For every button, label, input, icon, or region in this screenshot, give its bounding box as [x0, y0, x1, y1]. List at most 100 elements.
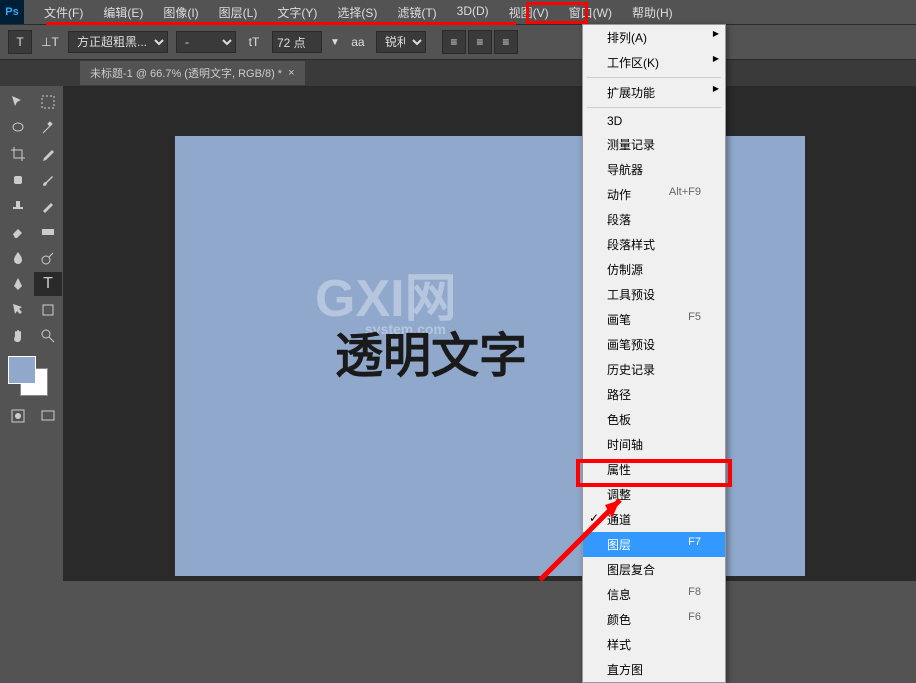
menu-item-label: 段落样式: [607, 236, 655, 253]
menu-item-画笔预设[interactable]: 画笔预设: [583, 332, 725, 357]
menu-item-label: 3D: [607, 114, 622, 128]
menu-item-画笔[interactable]: 画笔F5: [583, 307, 725, 332]
text-orientation-icon[interactable]: ⊥T: [40, 32, 60, 52]
antialias-icon: aa: [348, 32, 368, 52]
menu-item-动作[interactable]: 动作Alt+F9: [583, 182, 725, 207]
menu-item-3[interactable]: 图层(L): [209, 1, 268, 24]
menu-item-label: 仿制源: [607, 261, 643, 278]
history-brush-tool[interactable]: [34, 194, 62, 218]
shape-tool[interactable]: [34, 298, 62, 322]
close-icon[interactable]: ×: [288, 67, 294, 79]
menu-item-label: 工作区(K): [607, 54, 659, 71]
menu-item-时间轴[interactable]: 时间轴: [583, 432, 725, 457]
menu-item-shortcut: F5: [688, 311, 701, 328]
menu-separator: [587, 107, 721, 108]
menu-item-颜色[interactable]: 颜色 F6: [583, 607, 725, 632]
zoom-tool[interactable]: [34, 324, 62, 348]
font-size-input[interactable]: [272, 31, 322, 53]
eraser-tool[interactable]: [4, 220, 32, 244]
menu-item-色板[interactable]: 色板: [583, 407, 725, 432]
menu-item-label: 信息: [607, 586, 631, 603]
menu-item-导航器[interactable]: 导航器: [583, 157, 725, 182]
annotation-window-box: [526, 2, 588, 24]
gradient-tool[interactable]: [34, 220, 62, 244]
menu-item-段落样式[interactable]: 段落样式: [583, 232, 725, 257]
font-style-select[interactable]: -: [176, 31, 236, 53]
menu-item-label: 工具预设: [607, 286, 655, 303]
menu-item-label: 图层复合: [607, 561, 655, 578]
menu-item-图层复合[interactable]: 图层复合: [583, 557, 725, 582]
document-tab[interactable]: 未标题-1 @ 66.7% (透明文字, RGB/8) * ×: [80, 61, 305, 85]
lasso-tool[interactable]: [4, 116, 32, 140]
menu-item-0[interactable]: 文件(F): [34, 1, 93, 24]
menu-item-6[interactable]: 滤镜(T): [387, 1, 446, 24]
menu-item-图层[interactable]: 图层 F7: [583, 532, 725, 557]
quickmask-tool[interactable]: [4, 404, 32, 428]
menu-item-仿制源[interactable]: 仿制源: [583, 257, 725, 282]
menu-item-信息[interactable]: 信息 F8: [583, 582, 725, 607]
move-tool[interactable]: [4, 90, 32, 114]
crop-tool[interactable]: [4, 142, 32, 166]
pen-tool[interactable]: [4, 272, 32, 296]
annotation-underline: [46, 22, 516, 25]
wand-tool[interactable]: [34, 116, 62, 140]
blur-tool[interactable]: [4, 246, 32, 270]
menu-item-label: 扩展功能: [607, 84, 655, 101]
menu-item-2[interactable]: 图像(I): [153, 1, 208, 24]
antialias-select[interactable]: 锐利: [376, 31, 426, 53]
options-bar: T ⊥T 方正超粗黑... - tT ▼ aa 锐利 ≡ ≡ ≡: [0, 24, 916, 60]
menu-item-label: 画笔预设: [607, 336, 655, 353]
path-select-tool[interactable]: [4, 298, 32, 322]
text-tool-indicator[interactable]: T: [8, 30, 32, 54]
menu-item-label: 排列(A): [607, 29, 647, 46]
healing-tool[interactable]: [4, 168, 32, 192]
stamp-tool[interactable]: [4, 194, 32, 218]
canvas-area: GXI网 system.com 透明文字: [64, 86, 916, 581]
align-center-button[interactable]: ≡: [468, 30, 492, 54]
menu-item-工具预设[interactable]: 工具预设: [583, 282, 725, 307]
menu-item-shortcut: F6: [688, 611, 701, 628]
brush-tool[interactable]: [34, 168, 62, 192]
menu-item-10[interactable]: 帮助(H): [622, 1, 683, 24]
font-family-select[interactable]: 方正超粗黑...: [68, 31, 168, 53]
menu-item-label: 测量记录: [607, 136, 655, 153]
dodge-tool[interactable]: [34, 246, 62, 270]
menu-item-5[interactable]: 选择(S): [327, 1, 387, 24]
align-right-button[interactable]: ≡: [494, 30, 518, 54]
foreground-color[interactable]: [8, 356, 36, 384]
menu-item-属性[interactable]: 属性: [583, 457, 725, 482]
menu-item-排列(A)[interactable]: 排列(A): [583, 25, 725, 50]
eyedropper-tool[interactable]: [34, 142, 62, 166]
menu-item-样式[interactable]: 样式: [583, 632, 725, 657]
menu-item-4[interactable]: 文字(Y): [267, 1, 327, 24]
menu-item-路径[interactable]: 路径: [583, 382, 725, 407]
menu-item-直方图[interactable]: 直方图: [583, 657, 725, 682]
hand-tool[interactable]: [4, 324, 32, 348]
menu-item-shortcut: F7: [688, 536, 701, 553]
menu-item-label: 颜色: [607, 611, 631, 628]
menu-item-调整[interactable]: 调整: [583, 482, 725, 507]
text-tool[interactable]: T: [34, 272, 62, 296]
menu-item-label: 段落: [607, 211, 631, 228]
menu-item-段落[interactable]: 段落: [583, 207, 725, 232]
menu-item-通道[interactable]: 通道: [583, 507, 725, 532]
menu-item-label: 调整: [607, 486, 631, 503]
menu-item-工作区(K)[interactable]: 工作区(K): [583, 50, 725, 75]
menu-item-3D[interactable]: 3D: [583, 110, 725, 132]
screenmode-tool[interactable]: [34, 404, 62, 428]
color-swatch[interactable]: [8, 356, 48, 396]
menu-item-shortcut: F8: [688, 586, 701, 603]
menu-item-label: 图层: [607, 536, 631, 553]
marquee-tool[interactable]: [34, 90, 62, 114]
menu-item-测量记录[interactable]: 测量记录: [583, 132, 725, 157]
canvas-text-layer[interactable]: 透明文字: [335, 316, 527, 386]
menu-item-1[interactable]: 编辑(E): [93, 1, 153, 24]
menu-item-扩展功能[interactable]: 扩展功能: [583, 80, 725, 105]
menu-item-7[interactable]: 3D(D): [447, 1, 499, 24]
document-tab-bar: 未标题-1 @ 66.7% (透明文字, RGB/8) * ×: [0, 60, 916, 86]
menu-item-label: 导航器: [607, 161, 643, 178]
align-left-button[interactable]: ≡: [442, 30, 466, 54]
menu-item-label: 属性: [607, 461, 631, 478]
menu-item-历史记录[interactable]: 历史记录: [583, 357, 725, 382]
menu-item-label: 样式: [607, 636, 631, 653]
